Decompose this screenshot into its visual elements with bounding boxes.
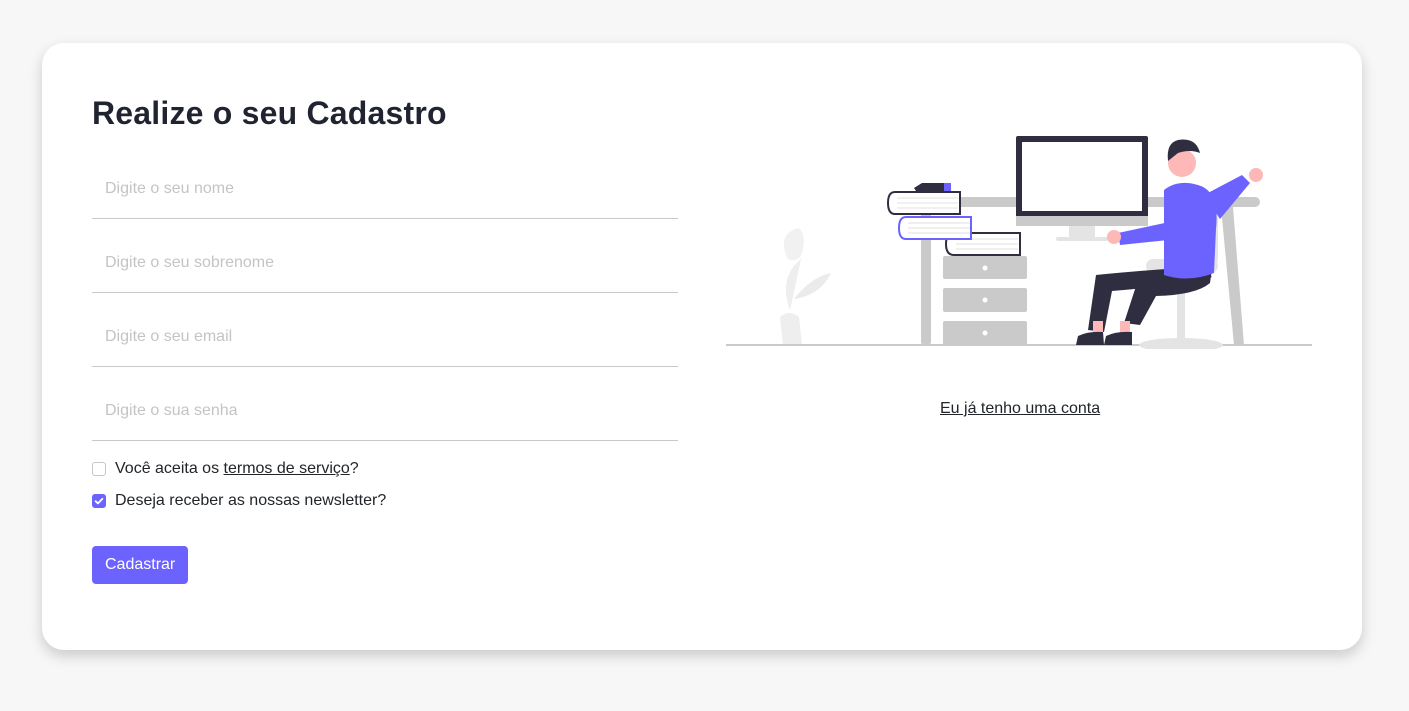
email-input[interactable] bbox=[92, 307, 678, 367]
password-input[interactable] bbox=[92, 381, 678, 441]
computer-monitor bbox=[1016, 136, 1148, 241]
terms-suffix-label: ? bbox=[349, 460, 359, 477]
signup-card: Realize o seu Cadastro Você aceita os te… bbox=[42, 43, 1362, 650]
newsletter-row: Deseja receber as nossas newsletter? bbox=[92, 492, 386, 510]
newsletter-label: Deseja receber as nossas newsletter? bbox=[115, 492, 387, 509]
terms-prefix-label: Você aceita os bbox=[115, 460, 224, 477]
last-name-input[interactable] bbox=[92, 233, 678, 293]
newsletter-checkbox[interactable] bbox=[92, 494, 106, 508]
person-at-desk-illustration bbox=[726, 136, 1312, 349]
check-icon bbox=[94, 497, 104, 505]
plant-decoration bbox=[780, 228, 831, 345]
submit-button[interactable]: Cadastrar bbox=[92, 546, 189, 584]
page-title: Realize o seu Cadastro bbox=[92, 95, 447, 131]
terms-row: Você aceita os termos de serviço? bbox=[92, 460, 359, 478]
book-stack bbox=[886, 183, 972, 240]
terms-checkbox[interactable] bbox=[92, 462, 106, 476]
terms-of-service-link[interactable]: termos de serviço bbox=[224, 460, 350, 478]
login-link[interactable]: Eu já tenho uma conta bbox=[940, 400, 1100, 418]
first-name-input[interactable] bbox=[92, 159, 678, 219]
